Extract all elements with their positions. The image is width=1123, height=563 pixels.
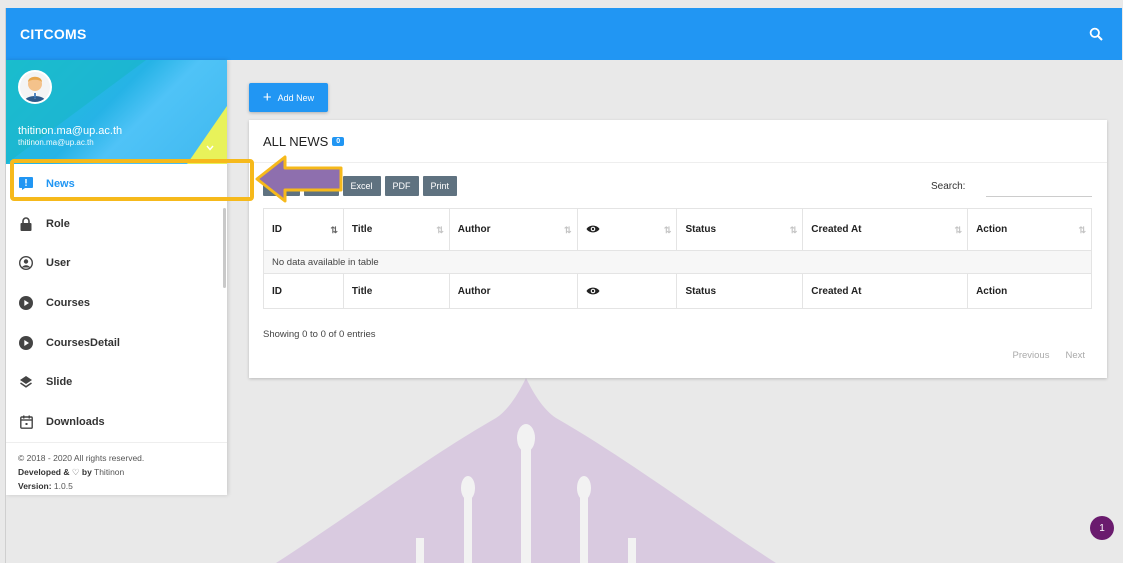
sidebar-item-label: Slide: [46, 376, 73, 389]
layers-icon: [19, 375, 33, 389]
sidebar-item-downloads[interactable]: Downloads: [6, 402, 227, 442]
col-title[interactable]: Title ⇅: [342, 208, 450, 251]
user-email: thitinon.ma@up.ac.th: [18, 138, 94, 147]
university-watermark: [276, 378, 776, 563]
chevron-down-icon[interactable]: [205, 140, 215, 151]
sidebar-item-label: Role: [46, 217, 70, 230]
arrow-annotation: [255, 155, 343, 203]
plus-icon: +: [262, 89, 272, 106]
app-frame: CITCOMS thitinon.ma@up.ac.th thitinon.ma…: [5, 8, 1122, 563]
sidebar-item-label: User: [46, 257, 71, 270]
sidebar-item-role[interactable]: Role: [6, 204, 227, 244]
sort-icon: ⇅: [954, 225, 962, 235]
table-header-row: ID ⇅ Title ⇅ Author ⇅ ⇅ Status ⇅ Created At ⇅…: [263, 208, 1092, 251]
sort-icon: ⇅: [1078, 225, 1085, 235]
col-status[interactable]: Status ⇅: [676, 208, 804, 251]
sort-icon: ⇅: [564, 225, 571, 235]
foot-created-at: Created At: [802, 273, 969, 309]
sort-icon: ⇅: [330, 225, 337, 235]
sidebar-scrollbar[interactable]: [223, 208, 226, 288]
news-table: ID ⇅ Title ⇅ Author ⇅ ⇅ Status ⇅ Created At ⇅…: [263, 208, 1092, 309]
copyright-text: © 2018 - 2020 All rights reserved.: [18, 452, 145, 463]
pdf-button[interactable]: PDF: [384, 176, 419, 196]
pagination: Previous Next: [1012, 350, 1085, 361]
sidebar: thitinon.ma@up.ac.th thitinon.ma@up.ac.t…: [6, 60, 227, 495]
news-card: ALL NEWS 0 Copy CSV Excel PDF Print Sear…: [249, 120, 1107, 378]
add-new-button[interactable]: + Add New: [249, 83, 328, 112]
next-button[interactable]: Next: [1065, 350, 1085, 361]
col-id[interactable]: ID ⇅: [263, 208, 344, 251]
count-badge: 0: [332, 136, 345, 146]
sidebar-item-courses[interactable]: Courses: [6, 283, 227, 323]
foot-id: ID: [263, 273, 344, 309]
sidebar-item-label: CoursesDetail: [46, 336, 120, 349]
version-text: Version: 1.0.5: [18, 480, 73, 491]
sidebar-item-label: Downloads: [46, 415, 105, 428]
sidebar-item-label: Courses: [46, 296, 91, 309]
avatar[interactable]: [18, 70, 52, 104]
search-icon[interactable]: [1084, 22, 1108, 46]
heart-icon: ♡: [71, 466, 80, 477]
foot-action: Action: [967, 273, 1092, 309]
table-info: Showing 0 to 0 of 0 entries: [263, 329, 376, 340]
developed-by-text: Developed & ♡ by Thitinon: [18, 466, 125, 477]
eye-icon: [586, 286, 600, 296]
sidebar-item-news[interactable]: News: [6, 164, 227, 204]
foot-title: Title: [342, 273, 450, 309]
excel-button[interactable]: Excel: [342, 176, 381, 196]
foot-author: Author: [448, 273, 578, 309]
calendar-icon: [19, 415, 33, 429]
user-name: thitinon.ma@up.ac.th: [18, 125, 123, 137]
col-created-at[interactable]: Created At ⇅: [802, 208, 969, 251]
eye-icon: [586, 224, 600, 234]
sidebar-item-slide[interactable]: Slide: [6, 362, 227, 402]
brand-title[interactable]: CITCOMS: [20, 26, 87, 42]
sidebar-item-user[interactable]: User: [6, 243, 227, 283]
foot-views: [576, 273, 678, 309]
top-bar: CITCOMS: [6, 8, 1122, 60]
col-author[interactable]: Author ⇅: [448, 208, 578, 251]
sidebar-item-coursesdetail[interactable]: CoursesDetail: [6, 323, 227, 363]
sidebar-menu: News Role User Courses CoursesDetail Sli…: [6, 164, 227, 442]
previous-button[interactable]: Previous: [1012, 350, 1049, 361]
sidebar-item-label: News: [46, 177, 75, 190]
user-panel: thitinon.ma@up.ac.th thitinon.ma@up.ac.t…: [6, 60, 227, 164]
foot-status: Status: [676, 273, 804, 309]
card-title: ALL NEWS: [263, 133, 329, 149]
play-circle-icon: [19, 295, 33, 310]
notification-badge[interactable]: 1: [1090, 516, 1114, 540]
table-row: No data available in table: [263, 250, 1092, 274]
sort-icon: ⇅: [789, 225, 797, 235]
search-label: Search:: [931, 181, 966, 192]
table-footer-row: ID Title Author Status Created At Action: [263, 273, 1092, 309]
print-button[interactable]: Print: [422, 176, 458, 196]
search-input[interactable]: [986, 177, 1092, 197]
card-header: ALL NEWS 0: [249, 120, 1107, 163]
news-icon: [19, 177, 33, 191]
sort-icon: ⇅: [663, 225, 671, 235]
lock-icon: [19, 216, 33, 231]
play-circle-icon: [19, 335, 33, 350]
col-views[interactable]: ⇅: [576, 208, 678, 251]
user-icon: [19, 256, 33, 271]
sort-icon: ⇅: [436, 225, 443, 235]
sidebar-footer: © 2018 - 2020 All rights reserved. Devel…: [6, 441, 227, 501]
empty-message: No data available in table: [263, 250, 1092, 274]
col-action[interactable]: Action ⇅: [967, 208, 1092, 251]
